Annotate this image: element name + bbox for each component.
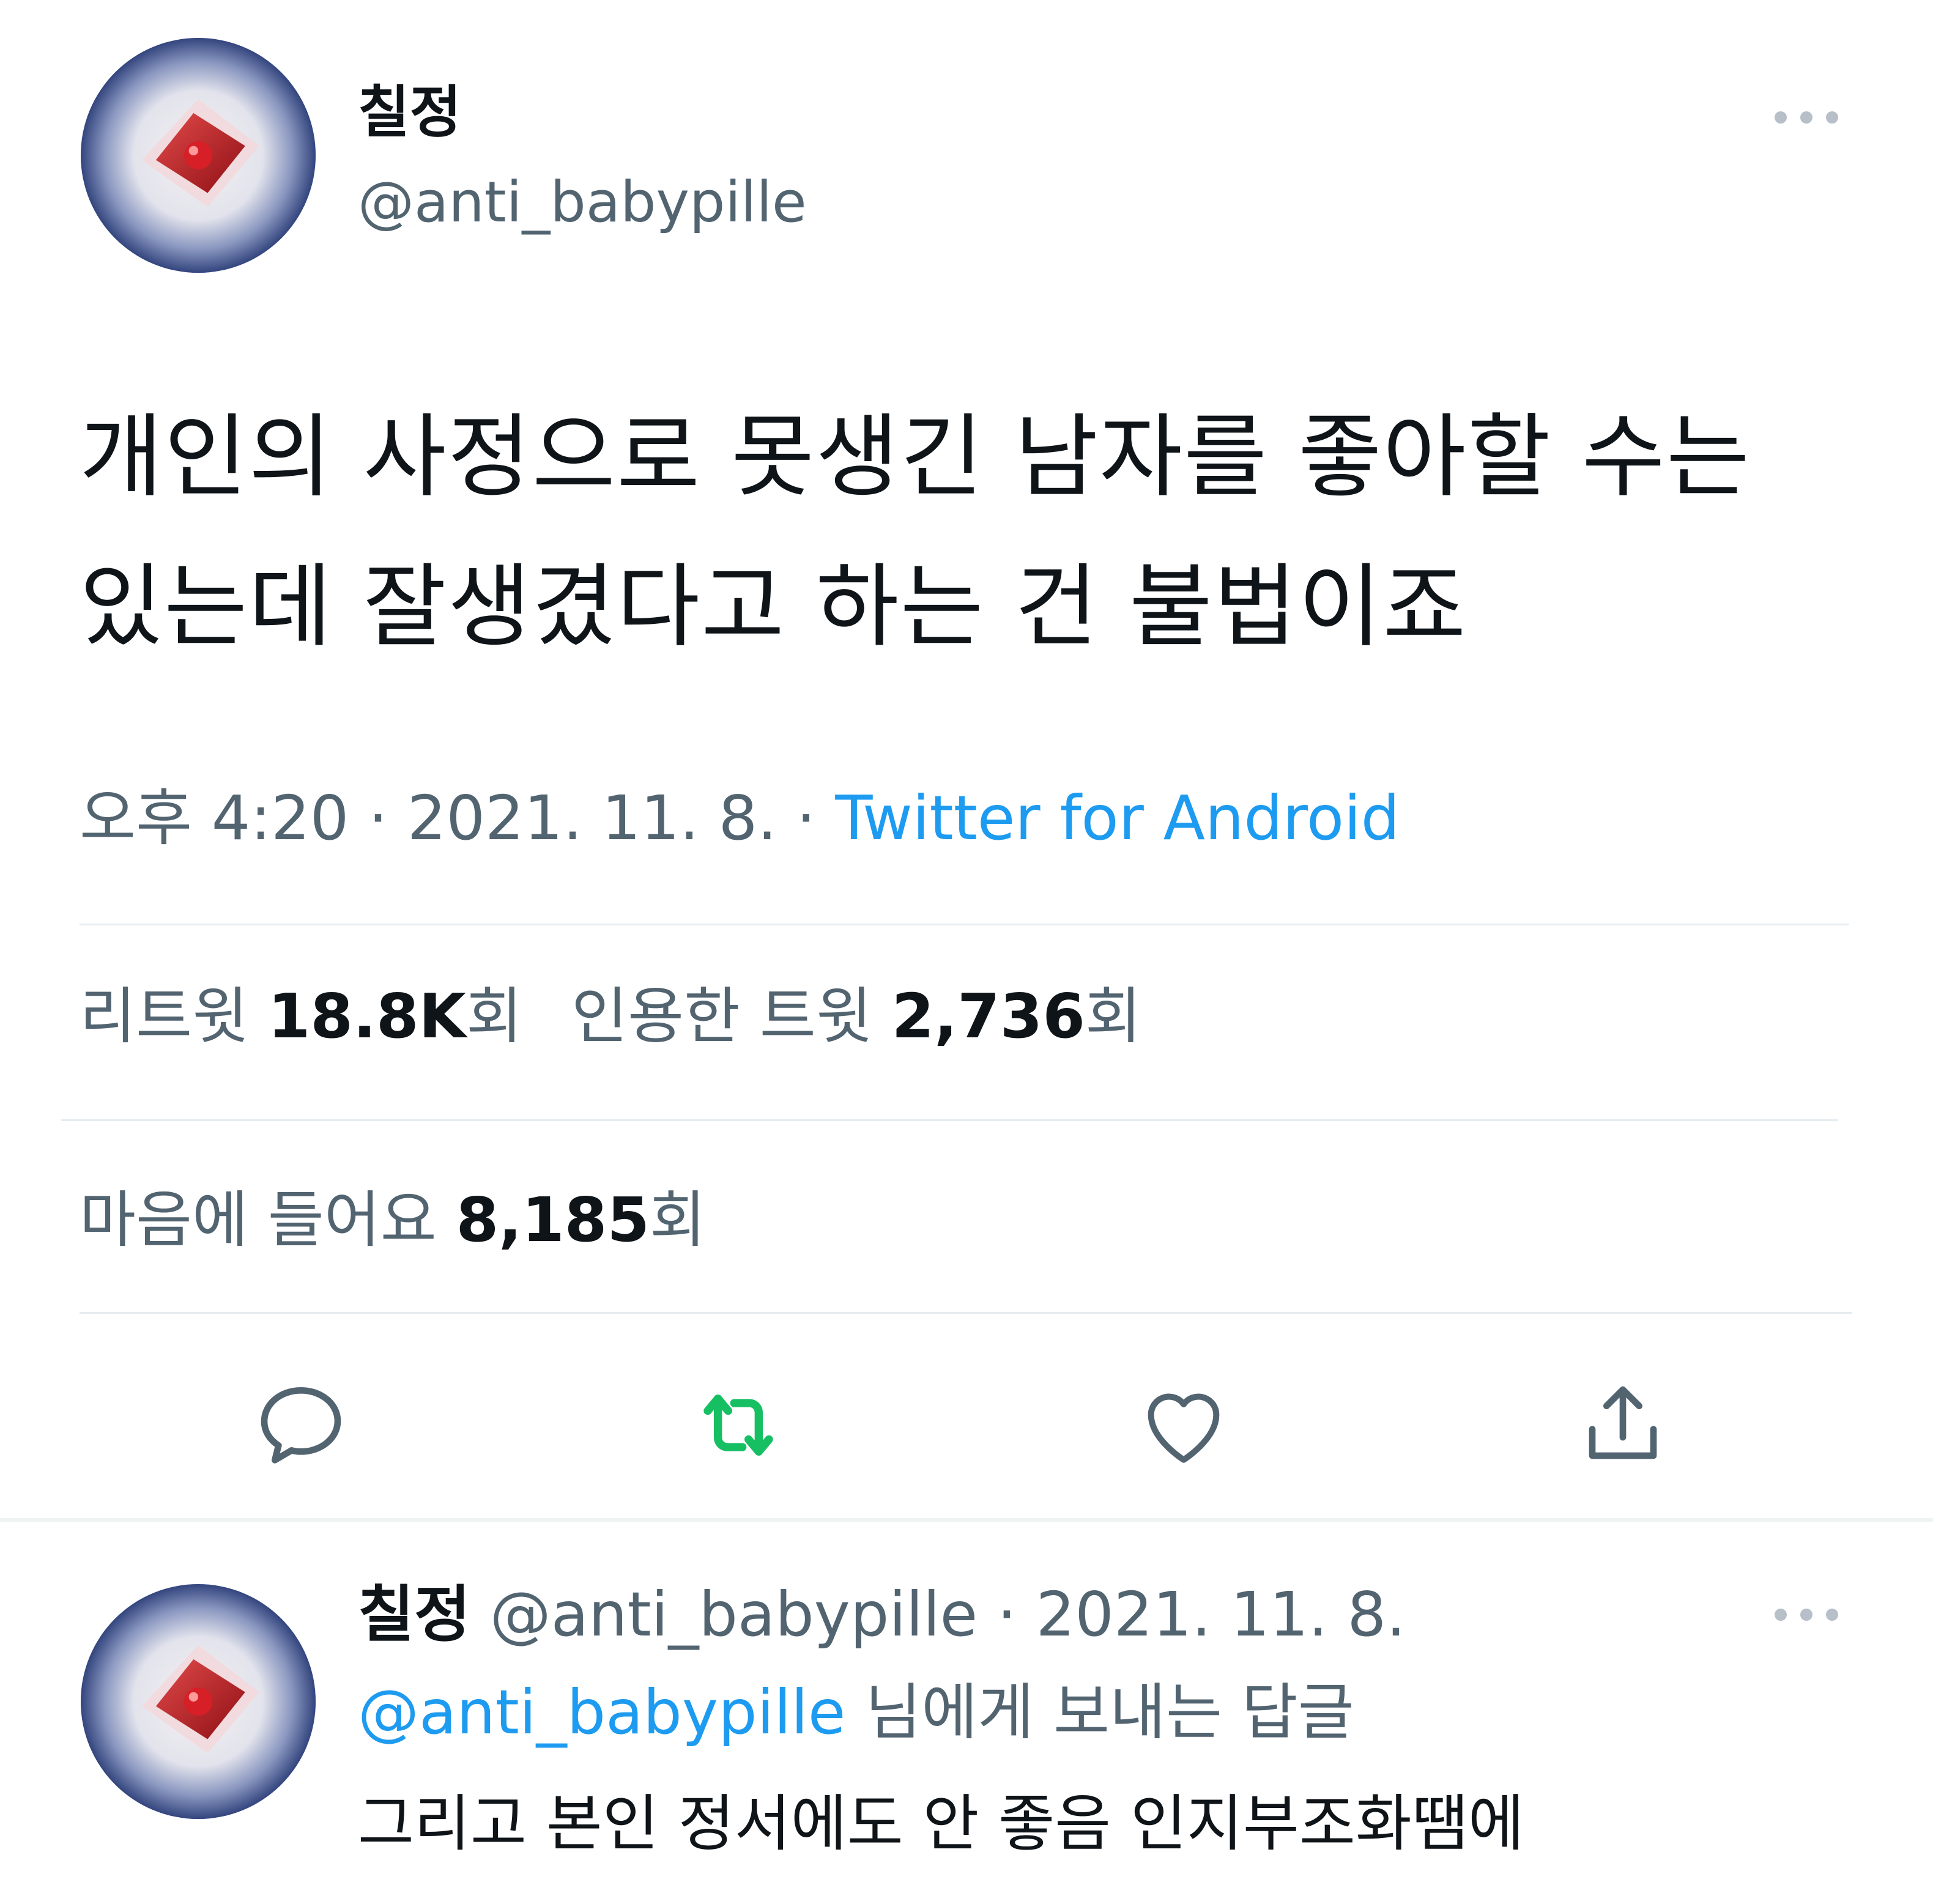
main-tweet: 칠정 @anti_babypille 개인의 사정으로 못생긴 남자를 좋아할 … xyxy=(0,0,1933,1517)
likes-stat[interactable]: 마음에 들어요 8,185회 xyxy=(80,1190,706,1251)
retweet-quote-stats: 리트윗 18.8K회 인용한 트윗 2,736회 xyxy=(80,986,1141,1047)
like-button[interactable] xyxy=(1135,1376,1233,1474)
meta-separator: · xyxy=(978,1579,1036,1650)
divider xyxy=(80,1312,1852,1314)
tweet-text: 개인의 사정으로 못생긴 남자를 좋아할 수는 있는데 잘생겼다고 하는 건 불… xyxy=(80,382,1890,682)
reply-author-handle[interactable]: @anti_babypille xyxy=(490,1579,978,1650)
tweet-time[interactable]: 오후 4:20 xyxy=(80,782,349,854)
retweet-icon xyxy=(703,1395,773,1456)
retweets-stat[interactable]: 리트윗 18.8K회 xyxy=(80,980,522,1052)
avatar-image xyxy=(81,38,316,273)
meta-separator: · xyxy=(777,782,836,854)
tweet-text-line: 있는데 잘생겼다고 하는 건 불법이죠 xyxy=(80,554,1467,659)
tweet-source-link[interactable]: Twitter for Android xyxy=(835,782,1400,854)
reply-author-display-name[interactable]: 칠정 xyxy=(358,1579,470,1650)
reply-header: 칠정 @anti_babypille · 2021. 11. 8. xyxy=(358,1584,1406,1645)
replying-to-line: @anti_babypille 님에게 보내는 답글 xyxy=(358,1682,1354,1743)
tweet-action-bar xyxy=(0,1346,1933,1480)
share-icon xyxy=(1589,1386,1657,1459)
avatar-image xyxy=(81,1584,316,1819)
replying-to-mention[interactable]: @anti_babypille xyxy=(358,1676,845,1748)
author-handle[interactable]: @anti_babypille xyxy=(358,174,807,231)
author-display-name[interactable]: 칠정 xyxy=(358,84,461,141)
quote-tweets-stat[interactable]: 인용한 트윗 2,736회 xyxy=(571,980,1141,1052)
share-button[interactable] xyxy=(1574,1376,1672,1474)
tweet-date[interactable]: 2021. 11. 8. xyxy=(407,782,777,854)
heart-icon xyxy=(1148,1393,1220,1463)
tweet-text-line: 개인의 사정으로 못생긴 남자를 좋아할 수는 xyxy=(80,404,1751,509)
reply-author-avatar[interactable] xyxy=(81,1584,316,1819)
reply-button[interactable] xyxy=(252,1376,350,1474)
author-avatar[interactable] xyxy=(81,38,316,273)
reply-text: 그리고 본인 정서에도 안 좋음 인지부조화땜에 xyxy=(358,1788,1524,1859)
divider xyxy=(80,924,1849,925)
thread-separator xyxy=(0,1518,1933,1522)
replying-to-suffix: 님에게 보내는 답글 xyxy=(845,1676,1354,1748)
divider xyxy=(61,1119,1838,1121)
reply-more-options-icon[interactable] xyxy=(1771,1602,1844,1627)
reply-date[interactable]: 2021. 11. 8. xyxy=(1036,1579,1406,1650)
more-options-icon[interactable] xyxy=(1771,105,1844,130)
tweet-timestamp-line: 오후 4:20 · 2021. 11. 8. · Twitter for And… xyxy=(80,788,1400,849)
retweet-button[interactable] xyxy=(689,1376,787,1474)
meta-separator: · xyxy=(349,782,407,854)
reply-icon xyxy=(261,1387,341,1464)
